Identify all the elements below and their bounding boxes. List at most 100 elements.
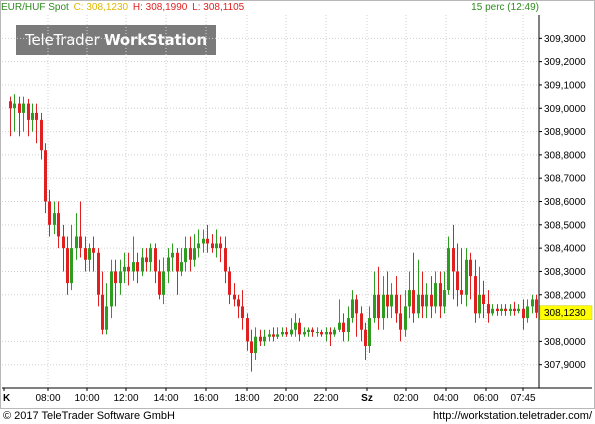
candle-body xyxy=(469,259,472,277)
y-tick-label: 309,2000 xyxy=(544,57,586,68)
candle-body xyxy=(522,308,525,319)
candle-body xyxy=(237,299,240,307)
candle-body xyxy=(307,329,310,333)
candle-body xyxy=(439,283,442,307)
candle-body xyxy=(285,332,288,335)
candle-body xyxy=(154,248,157,272)
candle-body xyxy=(465,259,468,295)
candle-body xyxy=(162,271,165,295)
candle-body xyxy=(9,101,12,109)
candle-body xyxy=(478,294,481,314)
candle-body xyxy=(167,257,170,272)
last-price-label: 308,1230 xyxy=(544,308,586,319)
candle-body xyxy=(241,306,244,319)
candle-body xyxy=(460,290,463,295)
candlestick-chart[interactable]: 309,3000 309,2000 309,1000 309,0000 308,9000… xyxy=(0,0,595,408)
x-tick-label: 02:00 xyxy=(393,393,418,404)
y-tick-label: 308,4000 xyxy=(544,244,586,255)
candle-body xyxy=(430,294,433,307)
candle-body xyxy=(360,313,363,330)
candle-body xyxy=(373,294,376,319)
candle-body xyxy=(386,294,389,307)
candle-body xyxy=(141,257,144,272)
candle-body xyxy=(101,294,104,330)
candle-body xyxy=(193,248,196,260)
y-tick-label: 308,2000 xyxy=(544,290,586,301)
candle-body xyxy=(88,248,91,260)
y-tick-label: 309,3000 xyxy=(544,34,586,45)
candle-body xyxy=(184,248,187,263)
candle-body xyxy=(105,306,108,330)
candle-body xyxy=(390,294,393,307)
y-tick-label: 308,5000 xyxy=(544,220,586,231)
candle-body xyxy=(75,236,78,249)
candle-body xyxy=(425,294,428,307)
candle-body xyxy=(509,308,512,312)
x-tick-label: 07:45 xyxy=(510,393,535,404)
candle-body xyxy=(355,299,358,314)
candle-body xyxy=(13,103,16,109)
candle-body xyxy=(531,299,534,307)
candle-body xyxy=(482,294,485,305)
candle-body xyxy=(263,336,266,342)
candle-body xyxy=(40,119,43,151)
y-tick-label: 308,3000 xyxy=(544,267,586,278)
candle-body xyxy=(215,243,218,249)
candle-body xyxy=(452,248,455,272)
candle-body xyxy=(145,257,148,263)
copyright-text: © 2017 TeleTrader Software GmbH xyxy=(3,410,175,422)
candle-body xyxy=(399,313,402,330)
candle-body xyxy=(110,271,113,307)
candle-body xyxy=(114,271,117,284)
y-tick-label: 308,0000 xyxy=(544,337,586,348)
candle-body xyxy=(180,262,183,272)
x-tick-label: 16:00 xyxy=(193,393,218,404)
candle-body xyxy=(79,236,82,249)
candle-body xyxy=(513,308,516,312)
candle-body xyxy=(395,294,398,314)
candle-body xyxy=(368,318,371,347)
y-tick-label: 307,9000 xyxy=(544,360,586,371)
footer-url[interactable]: http://workstation.teletrader.com/ xyxy=(433,408,592,424)
y-tick-label: 308,6000 xyxy=(544,197,586,208)
candle-body xyxy=(316,332,319,334)
candle-body xyxy=(97,252,100,295)
candle-body xyxy=(342,322,345,333)
candle-body xyxy=(123,266,126,272)
x-tick-label: 20:00 xyxy=(273,393,298,404)
x-tick-label: 22:00 xyxy=(313,393,338,404)
candle-body xyxy=(219,243,222,249)
x-axis: K 08:00 10:00 12:00 14:00 16:00 18:00 20:00 22:0… xyxy=(2,387,592,404)
candle-body xyxy=(294,322,297,330)
candle-body xyxy=(517,308,520,312)
candle-body xyxy=(246,318,249,342)
candle-body xyxy=(132,262,135,272)
candle-body xyxy=(259,336,262,342)
footer: © 2017 TeleTrader Software GmbH http://w… xyxy=(0,408,595,424)
y-tick-label: 309,0000 xyxy=(544,104,586,115)
candle-body xyxy=(70,248,73,284)
candle-body xyxy=(491,308,494,314)
candle-body xyxy=(92,248,95,253)
candle-body xyxy=(500,308,503,312)
candle-body xyxy=(250,341,253,354)
x-tick-label: 08:00 xyxy=(35,393,60,404)
candle-body xyxy=(254,336,257,354)
candle-body xyxy=(22,103,25,113)
y-tick-label: 309,1000 xyxy=(544,80,586,91)
candle-body xyxy=(119,271,122,284)
candle-body xyxy=(202,238,205,244)
x-tick-label: 18:00 xyxy=(234,393,259,404)
candle-body xyxy=(526,306,529,319)
candle-body xyxy=(329,332,332,335)
candle-body xyxy=(290,329,293,335)
candle-body xyxy=(417,294,420,314)
gridlines xyxy=(2,15,539,388)
candle-body xyxy=(338,322,341,330)
x-tick-label: 10:00 xyxy=(74,393,99,404)
candle-body xyxy=(535,299,538,313)
candle-body xyxy=(44,150,47,202)
candle-body xyxy=(281,332,284,335)
y-tick-label: 308,9000 xyxy=(544,127,586,138)
y-axis: 309,3000 309,2000 309,1000 309,0000 308,9000… xyxy=(538,15,593,388)
